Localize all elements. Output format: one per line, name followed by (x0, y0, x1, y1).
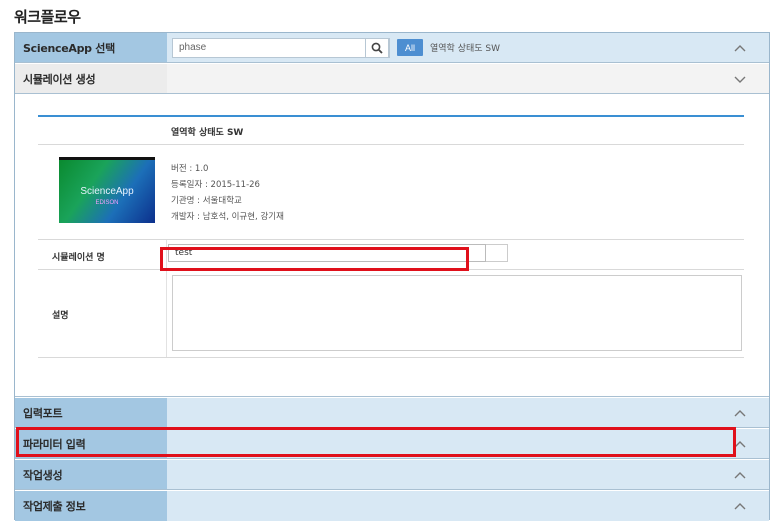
highlight-parameter-row (16, 427, 736, 457)
chevron-up-icon[interactable] (733, 41, 747, 55)
search-input[interactable]: phase (172, 38, 390, 58)
thumbnail-subtitle: EDISON (95, 200, 119, 206)
chevron-up-icon[interactable] (733, 406, 747, 420)
search-icon (371, 42, 383, 54)
job-create-label: 작업생성 (15, 460, 167, 489)
sim-name-input-end (486, 244, 508, 262)
app-meta: 버전 : 1.0 등록일자 : 2015-11-26 기관명 : 서울대학교 개… (171, 161, 284, 225)
scienceapp-select-label: ScienceApp 선택 (15, 33, 167, 62)
search-button[interactable] (365, 38, 389, 58)
job-submit-row[interactable]: 작업제출 정보 (15, 491, 769, 521)
app-name-row: 열역학 상태도 SW (38, 117, 744, 145)
app-organization: 기관명 : 서울대학교 (171, 196, 242, 206)
thumbnail-title: ScienceApp (80, 186, 134, 197)
highlight-sim-name (160, 247, 469, 271)
chevron-down-icon[interactable] (733, 72, 747, 86)
app-info-table: 열역학 상태도 SW ScienceApp EDISON 버전 : 1.0 등록… (38, 115, 744, 358)
simulation-content: 열역학 상태도 SW ScienceApp EDISON 버전 : 1.0 등록… (15, 95, 769, 397)
scienceapp-select-row: ScienceApp 선택 phase All 열역학 상태도 SW (15, 33, 769, 63)
app-developers: 개발자 : 남호석, 이규현, 강기재 (171, 212, 284, 222)
app-registered-date: 등록일자 : 2015-11-26 (171, 180, 260, 190)
description-label: 설명 (52, 311, 69, 321)
chevron-up-icon[interactable] (733, 499, 747, 513)
all-button[interactable]: All (397, 39, 423, 56)
input-port-row[interactable]: 입력포트 (15, 398, 769, 428)
job-submit-label: 작업제출 정보 (15, 491, 167, 521)
chevron-up-icon[interactable] (733, 468, 747, 482)
app-detail-row: ScienceApp EDISON 버전 : 1.0 등록일자 : 2015-1… (38, 145, 744, 240)
simulation-create-label: 시뮬레이션 생성 (15, 64, 167, 93)
selected-app-text: 열역학 상태도 SW (430, 44, 501, 54)
simulation-create-row: 시뮬레이션 생성 (15, 64, 769, 94)
app-name: 열역학 상태도 SW (171, 128, 244, 138)
description-textarea[interactable] (172, 275, 742, 351)
app-thumbnail: ScienceApp EDISON (59, 157, 155, 223)
app-version: 버전 : 1.0 (171, 164, 209, 174)
page-title: 워크플로우 (14, 8, 81, 26)
input-port-label: 입력포트 (15, 398, 167, 427)
job-create-row[interactable]: 작업생성 (15, 460, 769, 490)
description-row: 설명 (38, 270, 744, 358)
sim-name-label: 시뮬레이션 명 (52, 253, 105, 263)
